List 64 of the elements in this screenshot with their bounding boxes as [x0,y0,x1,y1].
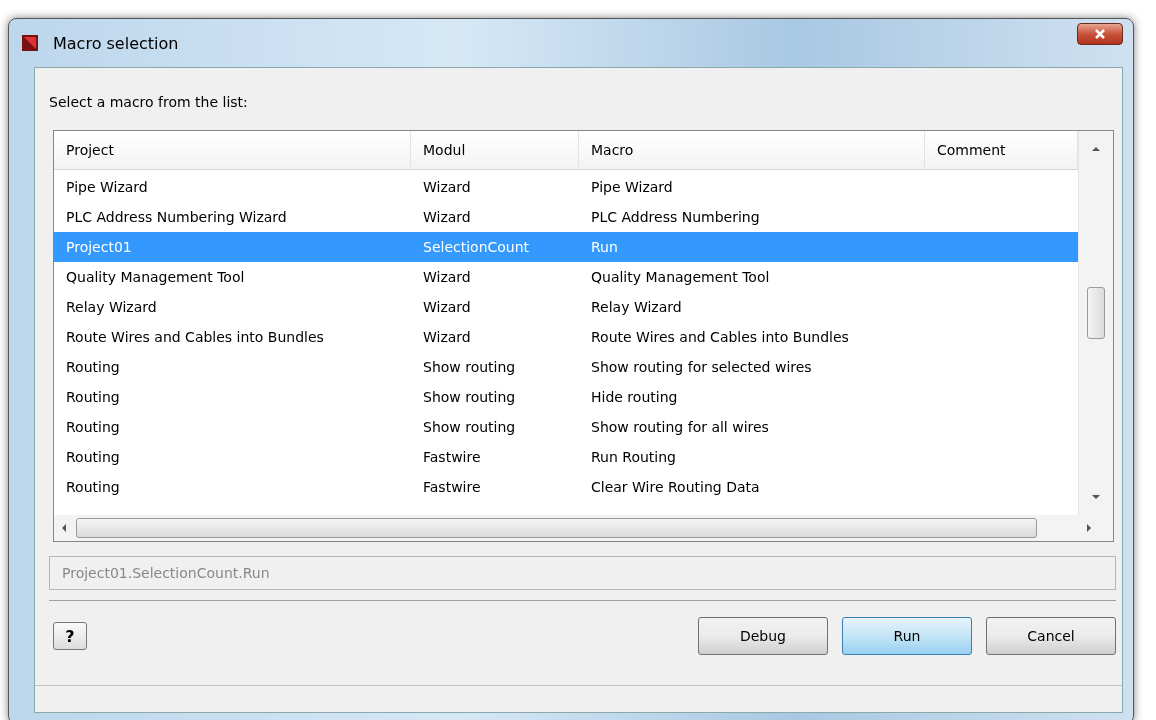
dialog-button[interactable]: Cancel [986,617,1116,655]
scroll-down-icon[interactable] [1091,493,1101,501]
table-cell-text: Show routing [422,419,517,435]
list-row[interactable]: Quality Management Tool Wizard Quality Management Tool [54,262,1078,292]
list-row[interactable]: Relay Wizard Wizard Relay Wizard [54,292,1078,322]
table-cell-text: Show routing for all wires [590,419,770,435]
table-cell-text: Pipe Wizard [65,179,149,195]
table-cell-text: Fastwire [422,479,482,495]
list-row[interactable]: PLC Address Numbering Wizard Wizard PLC Address Numbering [54,202,1078,232]
dialog-button[interactable]: Run [842,617,972,655]
table-cell-text: Wizard [422,269,472,285]
table-cell-text: Routing [65,419,121,435]
scroll-thumb[interactable] [1087,287,1105,339]
horizontal-scrollbar[interactable] [54,515,1113,541]
table-cell-text: Wizard [422,209,472,225]
table-cell-text: Show routing [422,389,517,405]
list-row[interactable]: Route Wires and Cables into Bundles Wizard Route Wires and Cables into Bundles [54,322,1078,352]
table-cell-text: Routing [65,479,121,495]
scroll-right-icon[interactable] [1085,523,1093,533]
table-cell-text: Route Wires and Cables into Bundles [590,329,850,345]
column-header[interactable]: Project [54,130,411,170]
table-cell-text: Route Wires and Cables into Bundles [65,329,325,345]
column-header[interactable]: Modul [411,130,579,170]
scroll-up-icon[interactable] [1091,145,1101,153]
table-cell-text: Quality Management Tool [65,269,246,285]
table-cell-text: Relay Wizard [590,299,683,315]
table-cell-text: Quality Management Tool [590,269,771,285]
column-header[interactable]: Comment [925,130,1078,170]
table-cell-text: Wizard [422,299,472,315]
table-cell-text: Run Routing [590,449,677,465]
table-cell-text: Routing [65,359,121,375]
table-cell-text: Routing [65,389,121,405]
close-icon [1094,28,1106,40]
table-cell-text: Project01 [65,239,133,255]
prompt-label: Select a macro from the list: [49,94,249,112]
window-title: Macro selection [53,33,180,53]
table-cell-text: Wizard [422,329,472,345]
table-cell-text: Pipe Wizard [590,179,674,195]
table-cell-text: Clear Wire Routing Data [590,479,761,495]
close-button[interactable] [1077,23,1123,45]
table-cell-text: Wizard [422,179,472,195]
table-cell-text: Hide routing [590,389,679,405]
table-cell-text: Relay Wizard [65,299,158,315]
table-cell-text: Run [590,239,619,255]
table-cell-text: PLC Address Numbering [590,209,761,225]
app-icon [21,33,41,53]
scroll-left-icon[interactable] [60,523,68,533]
table-cell-text: SelectionCount [422,239,531,255]
list-row[interactable]: Routing Show routing Show routing for all wires [54,412,1078,442]
dialog-button[interactable]: Debug [698,617,828,655]
list-row[interactable]: Routing Fastwire Clear Wire Routing Data [54,472,1078,502]
list-row[interactable]: Routing Fastwire Run Routing [54,442,1078,472]
table-cell-text: PLC Address Numbering Wizard [65,209,288,225]
table-cell-text: Show routing [422,359,517,375]
vertical-scrollbar[interactable] [1078,131,1113,515]
scroll-thumb[interactable] [76,518,1037,538]
table-cell-text: Routing [65,449,121,465]
list-row[interactable]: Routing Show routing Hide routing [54,382,1078,412]
list-row[interactable]: Pipe Wizard Wizard Pipe Wizard [54,172,1078,202]
column-header[interactable]: Macro [579,130,925,170]
help-button[interactable]: ? [53,622,87,650]
table-cell-text: Show routing for selected wires [590,359,813,375]
list-row[interactable]: Routing Show routing Show routing for selected wires [54,352,1078,382]
table-cell-text: Fastwire [422,449,482,465]
